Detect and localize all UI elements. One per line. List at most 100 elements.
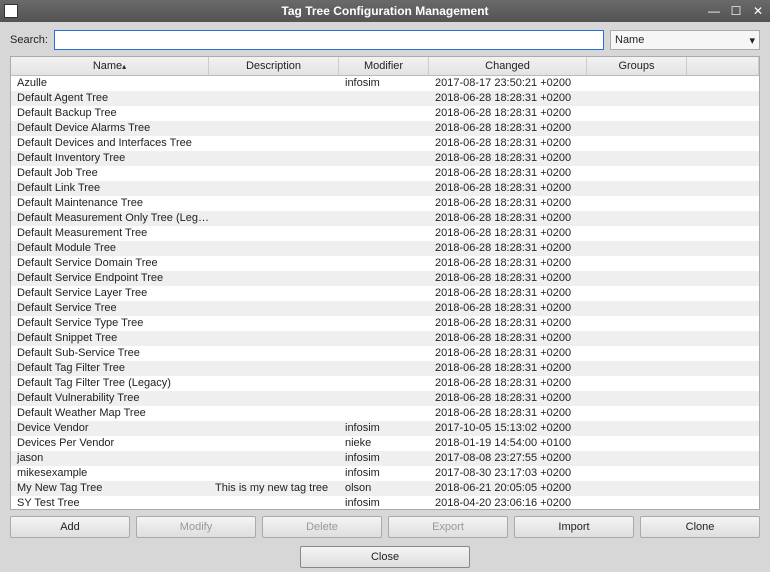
- table-row[interactable]: Default Job Tree2018-06-28 18:28:31 +020…: [11, 166, 759, 181]
- app-icon: [4, 4, 18, 18]
- cell-spacer: [687, 451, 759, 466]
- table-row[interactable]: Default Device Alarms Tree 2018-06-28 18:…: [11, 121, 759, 136]
- add-button[interactable]: Add: [10, 516, 130, 538]
- cell-modifier: [339, 346, 429, 361]
- table-row[interactable]: Azulleinfosim2017-08-17 23:50:21 +0200: [11, 76, 759, 91]
- import-button[interactable]: Import: [514, 516, 634, 538]
- delete-button[interactable]: Delete: [262, 516, 382, 538]
- cell-description: [209, 196, 339, 211]
- cell-description: [209, 241, 339, 256]
- table-row[interactable]: Default Backup Tree2018-06-28 18:28:31 +…: [11, 106, 759, 121]
- table-row[interactable]: Default Tag Filter Tree (Legacy)2018-06-…: [11, 376, 759, 391]
- table-row[interactable]: Default Agent Tree2018-06-28 18:28:31 +0…: [11, 91, 759, 106]
- cell-modifier: [339, 91, 429, 106]
- col-name[interactable]: Name: [11, 57, 209, 75]
- maximize-icon[interactable]: ☐: [728, 4, 744, 18]
- cell-modifier: [339, 256, 429, 271]
- cell-groups: [587, 451, 687, 466]
- table-row[interactable]: Default Service Layer Tree2018-06-28 18:…: [11, 286, 759, 301]
- close-button[interactable]: Close: [300, 546, 470, 568]
- cell-groups: [587, 466, 687, 481]
- search-input[interactable]: [54, 30, 604, 50]
- cell-name: Default Device Alarms Tree: [11, 121, 209, 136]
- cell-spacer: [687, 151, 759, 166]
- cell-modifier: [339, 406, 429, 421]
- cell-groups: [587, 106, 687, 121]
- filter-select[interactable]: Name ▾: [610, 30, 760, 50]
- cell-groups: [587, 166, 687, 181]
- cell-groups: [587, 91, 687, 106]
- cell-modifier: infosim: [339, 466, 429, 481]
- cell-groups: [587, 376, 687, 391]
- table-row[interactable]: Default Service Tree2018-06-28 18:28:31 …: [11, 301, 759, 316]
- table-row[interactable]: Default Service Endpoint Tree2018-06-28 …: [11, 271, 759, 286]
- cell-changed: 2018-06-28 18:28:31 +0200: [429, 301, 587, 316]
- table-row[interactable]: Default Module Tree2018-06-28 18:28:31 +…: [11, 241, 759, 256]
- cell-description: [209, 256, 339, 271]
- cell-description: [209, 331, 339, 346]
- cell-changed: 2018-06-28 18:28:31 +0200: [429, 331, 587, 346]
- table-row[interactable]: Default Vulnerability Tree2018-06-28 18:…: [11, 391, 759, 406]
- cell-modifier: infosim: [339, 496, 429, 509]
- cell-spacer: [687, 391, 759, 406]
- cell-modifier: [339, 121, 429, 136]
- cell-name: My New Tag Tree: [11, 481, 209, 496]
- cell-changed: 2018-06-28 18:28:31 +0200: [429, 121, 587, 136]
- col-modifier[interactable]: Modifier: [339, 57, 429, 75]
- cell-changed: 2017-08-17 23:50:21 +0200: [429, 76, 587, 91]
- chevron-down-icon: ▾: [749, 34, 755, 47]
- cell-description: [209, 391, 339, 406]
- filter-select-value: Name: [615, 34, 644, 46]
- cell-name: Device Vendor: [11, 421, 209, 436]
- close-icon[interactable]: ✕: [750, 4, 766, 18]
- table-body[interactable]: Azulleinfosim2017-08-17 23:50:21 +0200De…: [11, 76, 759, 509]
- col-description[interactable]: Description: [209, 57, 339, 75]
- col-changed[interactable]: Changed: [429, 57, 587, 75]
- table-row[interactable]: Default Service Domain Tree2018-06-28 18…: [11, 256, 759, 271]
- table-row[interactable]: mikesexampleinfosim2017-08-30 23:17:03 +…: [11, 466, 759, 481]
- cell-name: Default Job Tree: [11, 166, 209, 181]
- table-row[interactable]: Default Tag Filter Tree2018-06-28 18:28:…: [11, 361, 759, 376]
- table-row[interactable]: Default Snippet Tree2018-06-28 18:28:31 …: [11, 331, 759, 346]
- table-row[interactable]: Device Vendorinfosim2017-10-05 15:13:02 …: [11, 421, 759, 436]
- table-row[interactable]: Default Sub-Service Tree2018-06-28 18:28…: [11, 346, 759, 361]
- cell-changed: 2018-06-28 18:28:31 +0200: [429, 151, 587, 166]
- cell-groups: [587, 301, 687, 316]
- table-row[interactable]: Default Measurement Only Tree (Legacy)20…: [11, 211, 759, 226]
- cell-name: Default Service Type Tree: [11, 316, 209, 331]
- cell-name: SY Test Tree: [11, 496, 209, 509]
- col-groups[interactable]: Groups: [587, 57, 687, 75]
- cell-name: Default Measurement Tree: [11, 226, 209, 241]
- cell-name: Devices Per Vendor: [11, 436, 209, 451]
- table-row[interactable]: Default Link Tree2018-06-28 18:28:31 +02…: [11, 181, 759, 196]
- cell-spacer: [687, 331, 759, 346]
- cell-changed: 2018-06-28 18:28:31 +0200: [429, 361, 587, 376]
- table-row[interactable]: My New Tag TreeThis is my new tag treeol…: [11, 481, 759, 496]
- cell-groups: [587, 361, 687, 376]
- cell-groups: [587, 181, 687, 196]
- table-row[interactable]: Default Devices and Interfaces Tree2018-…: [11, 136, 759, 151]
- table-row[interactable]: Default Inventory Tree2018-06-28 18:28:3…: [11, 151, 759, 166]
- export-button[interactable]: Export: [388, 516, 508, 538]
- table-row[interactable]: jasoninfosim2017-08-08 23:27:55 +0200: [11, 451, 759, 466]
- cell-description: [209, 166, 339, 181]
- cell-description: [209, 316, 339, 331]
- table-row[interactable]: Default Maintenance Tree2018-06-28 18:28…: [11, 196, 759, 211]
- minimize-icon[interactable]: —: [706, 4, 722, 18]
- clone-button[interactable]: Clone: [640, 516, 760, 538]
- cell-modifier: [339, 196, 429, 211]
- table-row[interactable]: Devices Per Vendornieke2018-01-19 14:54:…: [11, 436, 759, 451]
- table-row[interactable]: Default Service Type Tree2018-06-28 18:2…: [11, 316, 759, 331]
- cell-groups: [587, 391, 687, 406]
- modify-button[interactable]: Modify: [136, 516, 256, 538]
- cell-description: [209, 226, 339, 241]
- table-row[interactable]: SY Test Treeinfosim2018-04-20 23:06:16 +…: [11, 496, 759, 509]
- cell-spacer: [687, 136, 759, 151]
- cell-modifier: [339, 331, 429, 346]
- cell-name: Default Backup Tree: [11, 106, 209, 121]
- cell-changed: 2018-01-19 14:54:00 +0100: [429, 436, 587, 451]
- cell-groups: [587, 271, 687, 286]
- col-spacer: [687, 57, 759, 75]
- table-row[interactable]: Default Measurement Tree2018-06-28 18:28…: [11, 226, 759, 241]
- table-row[interactable]: Default Weather Map Tree2018-06-28 18:28…: [11, 406, 759, 421]
